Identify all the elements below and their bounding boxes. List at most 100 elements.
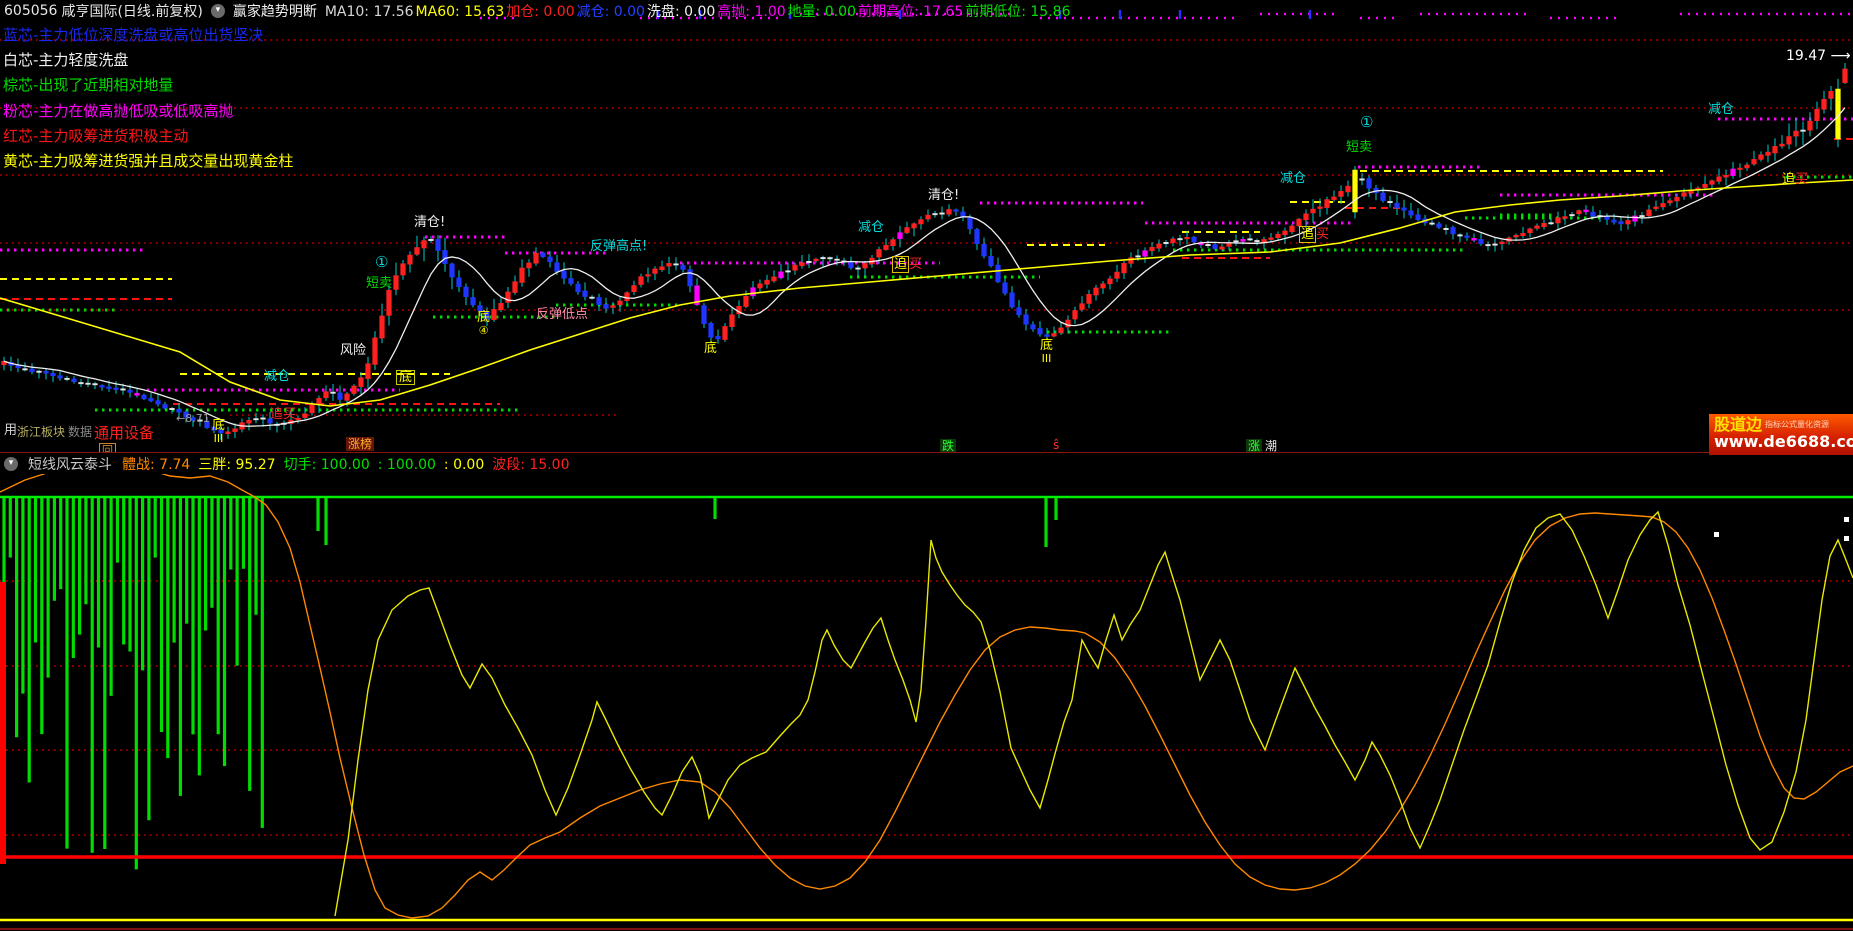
candle-body [534,253,539,263]
candle-body [1409,211,1414,215]
candle-body [618,301,623,305]
collapse-main-indicator-icon[interactable]: ▾ [211,4,225,18]
candle-body [401,264,406,275]
stock-code: 605056 [4,3,57,19]
candle-body [919,220,924,224]
candle-body [1612,220,1617,222]
candle-body [457,278,462,287]
ticker-item[interactable]: 涨 [1246,439,1262,453]
ticker-item[interactable]: 潮 [1263,439,1279,453]
candle-body [1654,207,1659,209]
chart-annotation: 底III [212,419,225,444]
candle-body [688,270,693,286]
candle-body [646,274,651,276]
candle-body [1493,244,1498,245]
candle-body [1115,272,1120,278]
candle-body [1619,222,1624,224]
candle-body [1283,231,1288,235]
candle-body [58,376,63,378]
oscillator-orange-line [0,466,1853,918]
candle-body [1416,215,1421,220]
ticker-item[interactable]: ŝ [1051,438,1061,452]
ticker-item[interactable]: 浙江板块 [15,425,67,439]
candle-body [660,267,665,270]
candle-body [968,217,973,229]
ticker-item[interactable]: 通用设备 [92,426,156,440]
candle-body [1710,181,1715,185]
candle-body [1402,208,1407,210]
candle-body [611,306,616,308]
candle-body [1556,218,1561,223]
candle-body [422,241,427,249]
candle-body [310,404,315,413]
candle-body [1080,304,1085,310]
candle-body [1038,328,1043,334]
collapse-sub-indicator-icon[interactable]: ▾ [4,457,18,471]
chart-annotation: 清仓! [928,189,959,202]
candle-body [786,271,791,272]
candle-body [625,293,630,301]
candle-body [1185,237,1190,239]
candle-body [1668,201,1673,203]
candle-body [1724,175,1729,177]
candle-body [254,419,259,420]
candle-body [1766,152,1771,155]
candle-body [1003,283,1008,294]
chart-annotation: 减仓 [1280,172,1306,185]
candle-body [471,297,476,305]
chart-annotation: 追买 [1782,173,1808,186]
chart-annotation: 反弹高点! [590,240,647,253]
candle-body [1549,223,1554,224]
candle-body [653,269,658,274]
candle-body [1479,239,1484,243]
ticker-item[interactable]: 跌 [940,439,956,453]
sub-indicator-field: 波段: 15.00 [492,454,569,474]
candle-body [499,303,504,310]
candle-body [1801,130,1806,131]
sub-indicator-field: : 0.00 [444,457,484,473]
candle-body [1731,169,1736,176]
candle-body [520,268,525,283]
watermark-tagline: 指标公式量化资源 [1765,420,1829,429]
candle-body [142,395,147,399]
candle-body [1794,131,1799,136]
candle-body [1290,226,1295,232]
candle-body [1633,216,1638,221]
candle-body [345,394,350,401]
candle-body [681,265,686,269]
candle-body [1122,263,1127,273]
signal-dot [1844,536,1849,541]
candle-body [933,213,938,214]
chart-annotation: 底 [396,370,415,385]
candle-body [1675,197,1680,201]
chart-annotation: 追买 [1299,228,1329,241]
candle-body [1535,226,1540,229]
ticker-item[interactable]: 数据 [66,425,94,439]
candle-body [429,239,434,240]
candle-body [23,369,28,370]
candle-body [891,240,896,246]
candle-body [912,224,917,228]
candle-body [1332,197,1337,200]
header-field: 加仓: 0.00 [506,1,574,21]
ticker-item[interactable]: 涨榜 [346,437,374,451]
chart-annotation: 追买 [270,408,296,421]
candle-body [590,297,595,298]
candle-body [877,249,882,257]
legend-line: 粉芯-主力在做高抛低吸或低吸高抛 [3,100,233,121]
candle-body [72,379,77,382]
candle-body [408,255,413,264]
candle-body [1829,91,1834,98]
candle-body [1717,177,1722,182]
candle-body [947,209,952,214]
chart-annotation: ←8.71 [176,412,210,425]
candle-body [898,233,903,239]
candle-body [1486,244,1491,245]
candle-body [1843,69,1848,83]
candle-body [51,373,56,376]
candle-body [541,253,546,257]
candle-body [1521,233,1526,235]
candle-body [1339,191,1344,196]
candle-body [100,385,105,387]
candle-body [828,258,833,259]
